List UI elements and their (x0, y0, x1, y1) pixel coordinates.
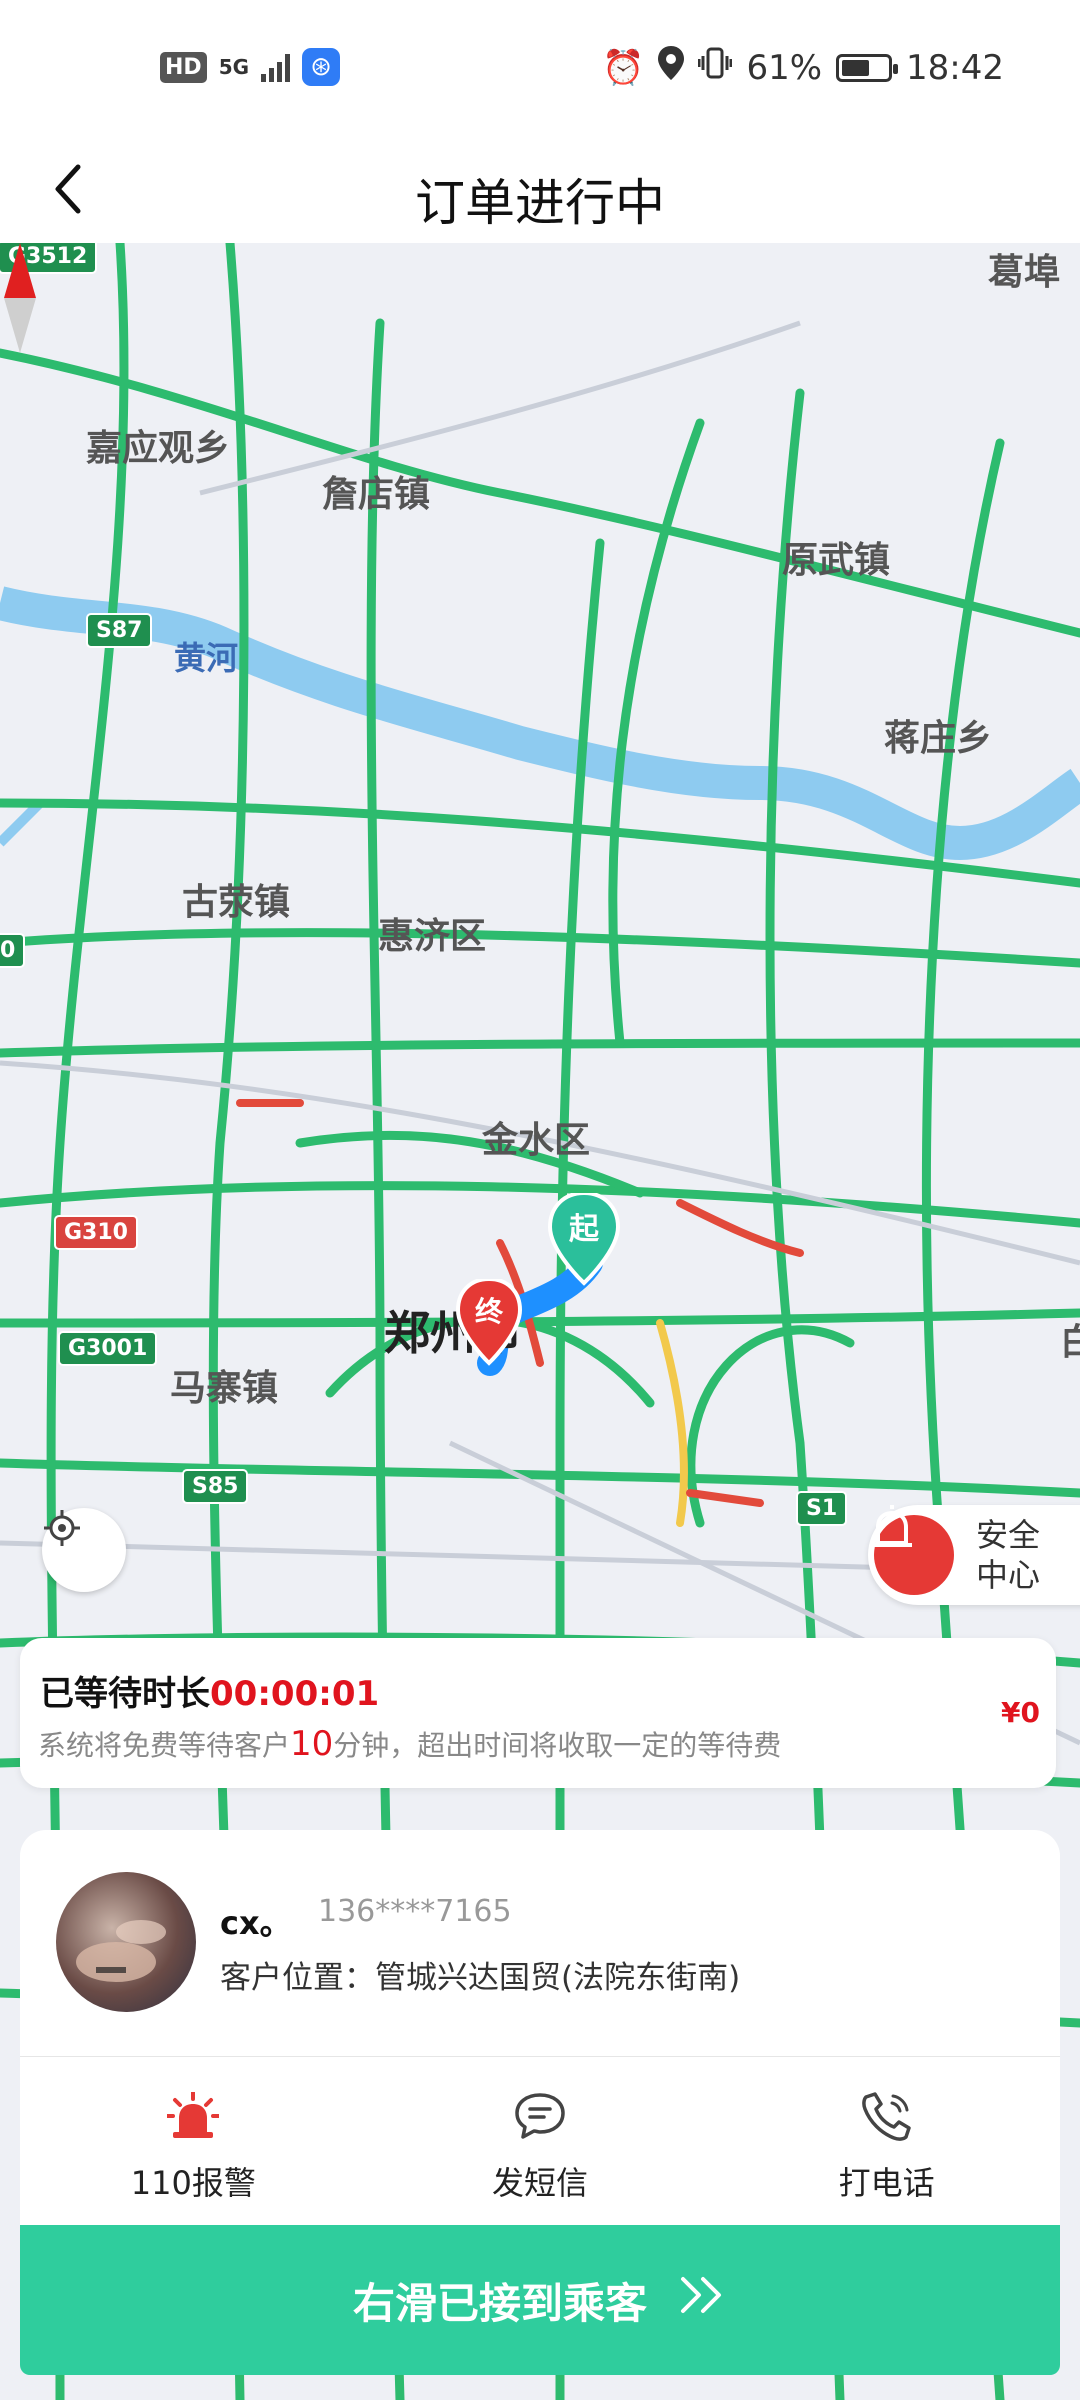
network-type: 5G (218, 55, 250, 79)
status-bar-left: HD 5G ⊛ (160, 48, 341, 86)
vibrate-icon (697, 46, 733, 89)
header: 订单进行中 (0, 135, 1080, 243)
map-label: 原武镇 (782, 540, 891, 581)
hd-icon: HD (160, 51, 207, 83)
road-shield: S85 (182, 1469, 249, 1504)
map-label: 马寨镇 (170, 1368, 279, 1409)
signal-icon (261, 52, 291, 82)
alarm-siren-icon (165, 2088, 221, 2144)
page-title: 订单进行中 (415, 174, 665, 232)
locate-button[interactable] (42, 1508, 126, 1592)
map-label: 嘉应观乡 (86, 428, 231, 469)
call-phone-button[interactable]: 打电话 (713, 2088, 1060, 2218)
customer-name: cx。 (220, 1904, 292, 1942)
divider (20, 2056, 1060, 2057)
end-marker-icon[interactable]: 终 (456, 1279, 522, 1369)
start-marker-label: 起 (569, 1212, 600, 1247)
customer-location-label: 客户位置： (220, 1960, 375, 1996)
phone-icon (859, 2088, 915, 2144)
alarm-clock-icon: ⏰ (602, 47, 645, 88)
action-label: 110报警 (130, 2164, 256, 2202)
customer-location: 客户位置：管城兴达国贸(法院东街南) (220, 1952, 740, 1997)
double-chevron-right-icon (677, 2275, 727, 2326)
clock: 18:42 (906, 47, 1004, 88)
wait-timer: 00:00:01 (210, 1674, 380, 1714)
road-shield: 0 (0, 933, 26, 968)
steering-wheel-app-icon: ⊛ (302, 48, 341, 86)
location-icon (658, 46, 685, 89)
map-label: 詹店镇 (322, 474, 431, 515)
wait-description: 系统将免费等待客户10分钟，超出时间将收取一定的等待费 (38, 1724, 781, 1764)
safety-center-button[interactable]: 安全中心 (868, 1505, 1080, 1605)
action-bar: 110报警 发短信 打电话 (20, 2088, 1060, 2218)
customer-card: cx。 136****7165 客户位置：管城兴达国贸(法院东街南) 110报警… (20, 1830, 1060, 2250)
road-shield: G3001 (58, 1331, 158, 1366)
map-label: 葛埠 (988, 252, 1061, 293)
send-sms-button[interactable]: 发短信 (367, 2088, 714, 2218)
map-label-river: 黄河 (174, 639, 239, 677)
slide-label: 右滑已接到乘客 (352, 2278, 647, 2328)
start-marker-icon[interactable]: 起 (548, 1193, 620, 1291)
map-label: 古荥镇 (182, 882, 291, 923)
message-icon (512, 2088, 568, 2144)
status-bar-right: ⏰ 61% 18:42 (602, 46, 1004, 89)
wait-desc-before: 系统将免费等待客户 (38, 1729, 291, 1762)
safety-center-label: 安全中心 (976, 1516, 1041, 1594)
battery-fill (842, 59, 870, 76)
avatar (56, 1872, 196, 2012)
wait-title-prefix: 已等待时长 (40, 1674, 210, 1714)
call-police-button[interactable]: 110报警 (20, 2088, 367, 2218)
road-shield: S87 (86, 613, 153, 648)
map-label: 金水区 (482, 1120, 591, 1161)
avatar-image (76, 1920, 166, 1982)
action-label: 打电话 (838, 2164, 935, 2202)
customer-location-value: 管城兴达国贸(法院东街南) (375, 1960, 741, 1996)
crosshair-icon (44, 1510, 80, 1546)
battery-percent: 61% (746, 47, 823, 88)
slide-picked-up-button[interactable]: 右滑已接到乘客 (20, 2225, 1060, 2375)
customer-phone: 136****7165 (318, 1894, 512, 1929)
wait-title: 已等待时长00:00:01 (40, 1666, 379, 1715)
status-bar: HD 5G ⊛ ⏰ 61% 18:42 (0, 0, 1080, 135)
action-label: 发短信 (492, 2164, 589, 2202)
wait-time-card: 已等待时长00:00:01 系统将免费等待客户10分钟，超出时间将收取一定的等待… (20, 1638, 1056, 1788)
wait-desc-after: 分钟，超出时间将收取一定的等待费 (333, 1729, 782, 1762)
map-label: 蒋庄乡 (884, 718, 993, 759)
road-shield: G310 (54, 1215, 138, 1250)
end-marker-label: 终 (475, 1295, 504, 1328)
road-shield: S1 (796, 1491, 848, 1526)
compass-icon[interactable] (0, 243, 40, 353)
map-label: 白 (1060, 1322, 1080, 1363)
battery-icon (836, 53, 899, 82)
screen: HD 5G ⊛ ⏰ 61% 18:42 订单进行中 嘉应观乡 詹店镇 原武镇 黄… (0, 0, 1080, 2400)
wait-fee: ¥0 (1001, 1696, 1040, 1729)
alarm-siren-icon (872, 1505, 954, 1595)
wait-free-minutes: 10 (290, 1724, 334, 1764)
map-label: 惠济区 (378, 916, 487, 957)
